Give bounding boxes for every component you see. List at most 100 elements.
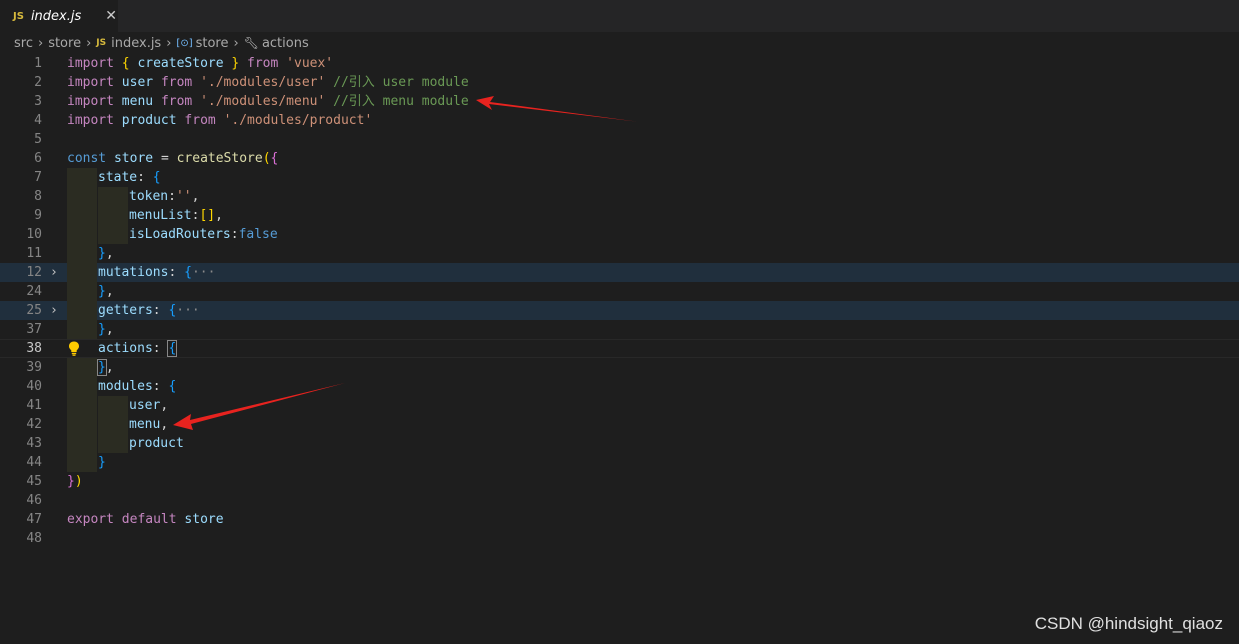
code-token: createStore (176, 151, 263, 166)
code-token: false (238, 227, 278, 242)
code-editor[interactable]: 1 import { createStore } from 'vuex' 2 i… (0, 54, 1239, 644)
code-token: actions (98, 341, 153, 356)
indent-guide (67, 415, 97, 434)
code-line-current: 38 actions: { (0, 339, 1239, 358)
chevron-right-icon: › (86, 35, 92, 51)
line-number: 48 (26, 531, 42, 546)
chevron-right-icon[interactable]: › (50, 263, 58, 282)
wrench-icon: 🔧︎ (243, 36, 259, 50)
code-token: , (105, 322, 114, 337)
code-token: menuList (129, 208, 192, 223)
code-token: 'vuex' (286, 56, 334, 71)
code-token: from (160, 75, 193, 90)
code-line: 6 const store = createStore({ (0, 149, 1239, 168)
code-token: { (168, 379, 177, 394)
code-token: , (105, 246, 114, 261)
line-number: 44 (26, 455, 42, 470)
indent-guide (67, 301, 97, 320)
code-line: 1 import { createStore } from 'vuex' (0, 54, 1239, 73)
line-number: 45 (26, 474, 42, 489)
code-token: { (167, 340, 178, 357)
indent-guide (98, 434, 128, 453)
code-comment: //引入 user module (333, 75, 469, 90)
code-line: 48 (0, 529, 1239, 548)
code-token: } (98, 246, 106, 261)
folded-ellipsis[interactable]: ··· (192, 265, 215, 280)
line-number: 8 (34, 189, 42, 204)
code-token: state (98, 170, 138, 185)
code-token: : (168, 189, 176, 204)
indent-guide (98, 225, 128, 244)
line-number: 38 (26, 341, 42, 356)
code-token: { (152, 170, 161, 185)
code-token: const (67, 151, 107, 166)
breadcrumb-item-actions[interactable]: actions (262, 36, 309, 51)
line-number: 47 (26, 512, 42, 527)
line-number: 12 (26, 265, 42, 280)
breadcrumb-item-file[interactable]: index.js (111, 36, 161, 51)
code-token: } (98, 284, 106, 299)
breadcrumb-item-store-object[interactable]: store (196, 36, 229, 51)
code-token: : (230, 227, 239, 242)
code-token: import (67, 94, 114, 109)
code-token: : (152, 379, 161, 394)
variable-icon: [⊙] (176, 37, 193, 49)
tab-index-js[interactable]: JS index.js ✕ (0, 0, 118, 32)
line-number: 2 (34, 75, 42, 90)
code-token: : (152, 341, 161, 356)
indent-guide (67, 320, 97, 339)
code-token: import (67, 56, 114, 71)
indent-guide (67, 453, 97, 472)
code-token: [] (199, 208, 216, 223)
breadcrumb-item-store[interactable]: store (48, 36, 81, 51)
code-token: : (137, 170, 145, 185)
line-number: 46 (26, 493, 42, 508)
code-token: mutations (98, 265, 169, 280)
code-line: 11 }, (0, 244, 1239, 263)
folded-ellipsis[interactable]: ··· (176, 303, 199, 318)
chevron-right-icon: › (166, 35, 172, 51)
indent-guide (67, 263, 97, 282)
line-number: 37 (26, 322, 42, 337)
code-token: , (160, 417, 169, 432)
code-token: export (67, 512, 114, 527)
code-token: = (160, 151, 169, 166)
breadcrumb-item-src[interactable]: src (14, 36, 33, 51)
breadcrumb: src › store › JS index.js › [⊙] store › … (0, 32, 1239, 54)
watermark: CSDN @hindsight_qiaoz (1034, 614, 1223, 633)
code-line: 39 }, (0, 358, 1239, 377)
code-token: product (121, 113, 177, 128)
code-token: user (121, 75, 154, 90)
code-line: 9 menuList:[], (0, 206, 1239, 225)
code-token: } (231, 56, 240, 71)
code-token: , (105, 360, 114, 375)
line-number: 9 (34, 208, 42, 223)
line-number: 5 (34, 132, 42, 147)
line-number: 10 (26, 227, 42, 242)
lightbulb-icon[interactable] (68, 341, 80, 356)
chevron-right-icon[interactable]: › (50, 301, 58, 320)
code-token: '' (175, 189, 192, 204)
code-token: } (67, 474, 75, 489)
code-line: 43 product (0, 434, 1239, 453)
code-token: user (129, 398, 161, 413)
code-token: ) (74, 474, 83, 489)
code-token: getters (98, 303, 153, 318)
code-line: 37 }, (0, 320, 1239, 339)
indent-guide (67, 206, 97, 225)
code-token: ( (262, 151, 271, 166)
indent-guide (67, 434, 97, 453)
indent-guide (98, 415, 128, 434)
code-token: './modules/product' (223, 113, 373, 128)
code-line: 40 modules: { (0, 377, 1239, 396)
code-token: modules (98, 379, 153, 394)
code-token: { (270, 151, 279, 166)
code-token: , (105, 284, 114, 299)
line-number: 7 (34, 170, 42, 185)
code-comment: //引入 menu module (333, 94, 469, 109)
indent-guide (67, 168, 97, 187)
code-token: } (98, 322, 106, 337)
code-line: 3 import menu from './modules/menu' //引入… (0, 92, 1239, 111)
line-number: 11 (26, 246, 42, 261)
close-icon[interactable]: ✕ (105, 8, 117, 24)
